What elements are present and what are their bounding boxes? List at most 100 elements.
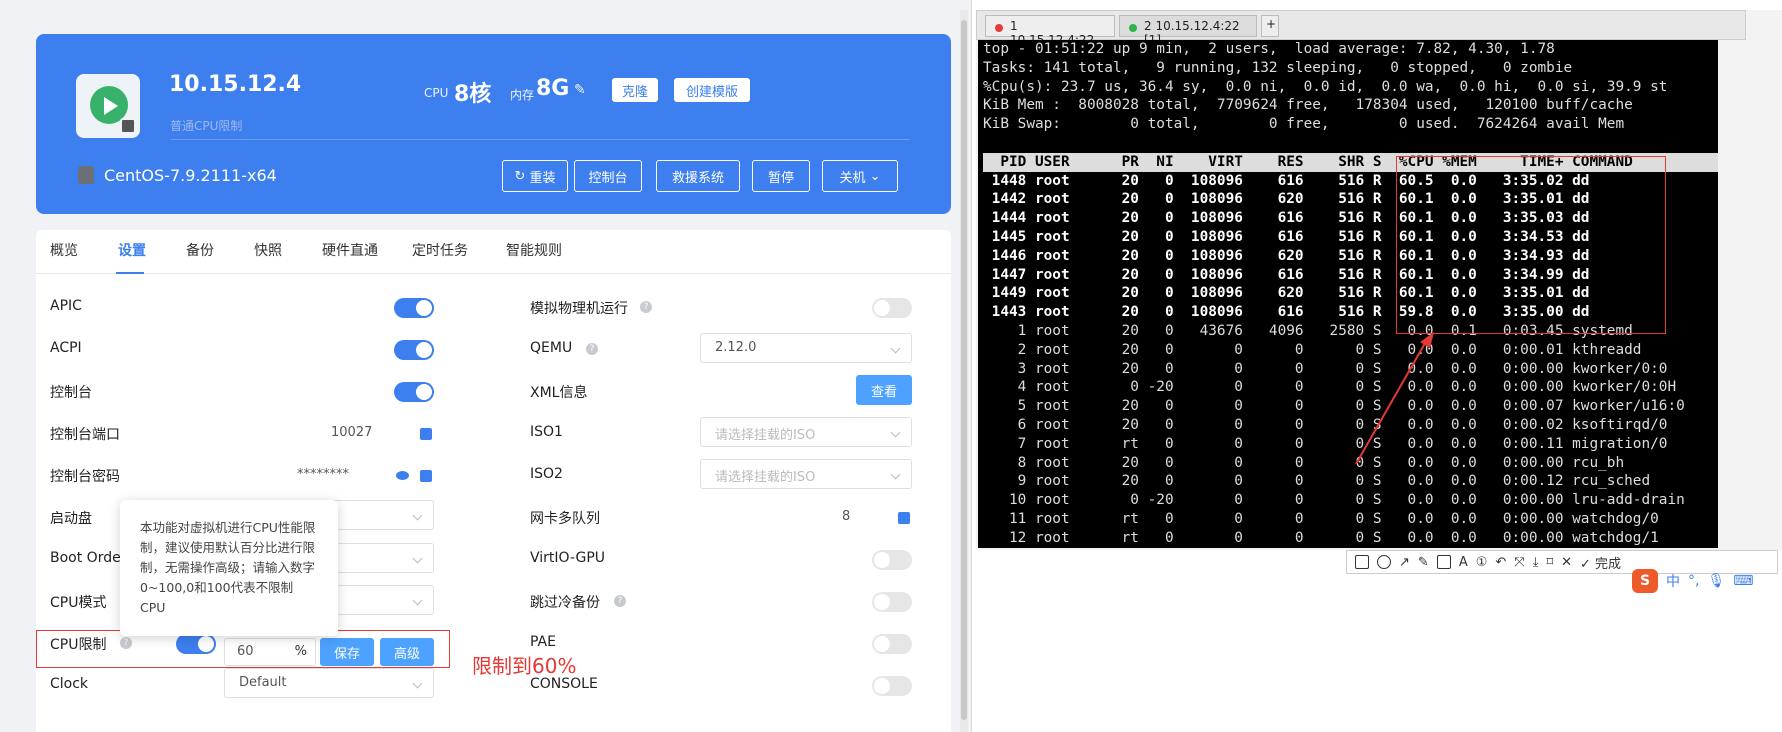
undo-icon[interactable]: ↶ [1495,555,1506,570]
chevron-down-icon [412,553,423,564]
sim-physical-toggle[interactable] [872,298,912,318]
chevron-down-icon [412,510,423,521]
session-tab-1[interactable]: 1 10.15.12.4:22 [985,15,1115,47]
apic-label: APIC [50,298,82,314]
clock-select[interactable]: Default [224,668,434,698]
qemu-label: QEMU [530,340,573,356]
download-icon[interactable]: ⤓ [1533,555,1539,570]
keyboard-icon[interactable]: ⌨ [1733,573,1753,589]
pen-icon[interactable]: ✎ [1418,555,1429,570]
punctuation-icon[interactable]: °, [1688,573,1699,589]
annotation-arrow [1355,332,1434,465]
view-xml-button[interactable]: 查看 [856,375,912,405]
cpu-limit-hint[interactable]: 普通CPU限制 [170,117,242,134]
tab-overview[interactable]: 概览 [50,240,78,260]
ellipse-icon[interactable] [1377,555,1391,569]
close-icon[interactable]: ✕ [1561,555,1572,570]
panel-scrollbar[interactable] [960,10,968,732]
skip-backup-toggle[interactable] [872,592,912,612]
edit-pencil-icon[interactable]: ✎ [574,82,586,98]
skip-backup-label: 跳过冷备份 [530,595,600,611]
edit-icon[interactable] [898,512,910,524]
top-summary-2: Tasks: 141 total, 9 running, 132 sleepin… [983,59,1573,76]
vm-ip: 10.15.12.4 [169,72,302,97]
tab-passthrough[interactable]: 硬件直通 [322,240,378,260]
clone-button[interactable]: 克隆 [612,78,658,102]
shutdown-button[interactable]: 关机 ⌄ [822,160,898,192]
chevron-down-icon [412,678,423,689]
session-tab-2[interactable]: 2 10.15.12.4:22 [1] [1119,15,1257,47]
chevron-down-icon [890,343,901,354]
pause-button[interactable]: 暂停 [752,160,810,192]
qemu-select[interactable]: 2.12.0 [700,333,912,363]
text-icon[interactable]: A [1459,555,1468,570]
reinstall-button[interactable]: ↻ 重装 [502,160,568,192]
edit-icon[interactable] [420,470,432,482]
process-row: 12 root rt 0 0 0 0 S 0.0 0.0 0:00.00 wat… [983,529,1659,546]
help-icon[interactable]: ? [640,301,652,313]
process-row: 11 root rt 0 0 0 0 S 0.0 0.0 0:00.00 wat… [983,510,1659,527]
boot-order-label: Boot Orde [50,550,121,566]
create-template-button[interactable]: 创建模版 [674,78,750,102]
scroll-thumb[interactable] [961,20,967,720]
top-summary-1: top - 01:51:22 up 9 min, 2 users, load a… [983,41,1555,57]
tab-backup[interactable]: 备份 [186,240,214,260]
pin-icon[interactable]: ⌑ [1546,555,1553,570]
help-icon[interactable]: ? [614,595,626,607]
help-icon[interactable]: ? [586,343,598,355]
console-button[interactable]: 控制台 [574,160,642,192]
ocr-icon[interactable]: ⤧ [1514,555,1524,570]
cpu-mode-label: CPU模式 [50,595,107,611]
ime-language[interactable]: 中 [1666,571,1680,591]
apic-toggle[interactable] [394,298,434,318]
tab-bar: 概览 设置 备份 快照 硬件直通 定时任务 智能规则 [36,230,951,274]
tab-settings[interactable]: 设置 [118,240,146,260]
arrow-icon[interactable]: ↗ [1399,555,1410,570]
tab-snapshot[interactable]: 快照 [254,240,282,260]
active-tab-indicator [116,272,144,274]
iso2-select[interactable]: 请选择挂载的ISO [700,459,912,489]
acpi-toggle[interactable] [394,340,434,360]
tab-rules[interactable]: 智能规则 [506,240,562,260]
microphone-icon[interactable]: 🎙 [1707,573,1725,589]
console-ext-label: CONSOLE [530,676,598,692]
cpu-highlight-box [1396,156,1666,334]
cpu-limit-tooltip: 本功能对虚拟机进行CPU性能限制，建议使用默认百分比进行限制，无需操作高级；请输… [120,500,338,636]
cpu-value: 8核 [454,82,492,107]
mosaic-icon[interactable] [1436,555,1451,569]
mem-label: 内存 [510,88,535,102]
boot-disk-label: 启动盘 [50,511,92,527]
vm-header-card: 10.15.12.4 普通CPU限制 CPU 8核 内存 8G ✎ 克隆 创建模… [36,34,951,214]
eye-icon[interactable] [396,471,409,480]
iso2-label: ISO2 [530,466,563,482]
lock-icon [120,118,136,134]
edit-icon[interactable] [420,428,432,440]
pae-toggle[interactable] [872,634,912,654]
vm-status-icon [76,74,140,138]
clock-label: Clock [50,676,89,692]
rescue-button[interactable]: 救援系统 [656,160,740,192]
nic-queue-label: 网卡多队列 [530,511,600,527]
done-button[interactable]: ✓ 完成 [1580,553,1621,572]
rectangle-icon[interactable] [1355,555,1369,569]
top-summary-4: KiB Mem : 8008028 total, 7709624 free, 1… [983,97,1633,114]
chevron-down-icon [890,427,901,438]
tab-scheduled[interactable]: 定时任务 [412,240,468,260]
chevron-down-icon [412,595,423,606]
acpi-label: ACPI [50,340,82,356]
nic-queue-value: 8 [842,509,851,524]
iso1-select[interactable]: 请选择挂载的ISO [700,417,912,447]
xml-label: XML信息 [530,385,588,401]
virtio-gpu-label: VirtIO-GPU [530,550,606,566]
virtio-gpu-toggle[interactable] [872,550,912,570]
console-toggle[interactable] [394,382,434,402]
divider [170,139,910,140]
console-ext-toggle[interactable] [872,676,912,696]
new-tab-button[interactable]: + [1261,15,1279,37]
sogou-logo-icon[interactable]: S [1632,569,1658,593]
console-port-value: 10027 [331,425,373,440]
annotation-text: 限制到60% [472,654,577,678]
console-label: 控制台 [50,385,92,401]
ime-toolbar: S 中 °, 🎙 ⌨ [1632,568,1782,594]
number-icon[interactable]: ① [1476,555,1488,570]
